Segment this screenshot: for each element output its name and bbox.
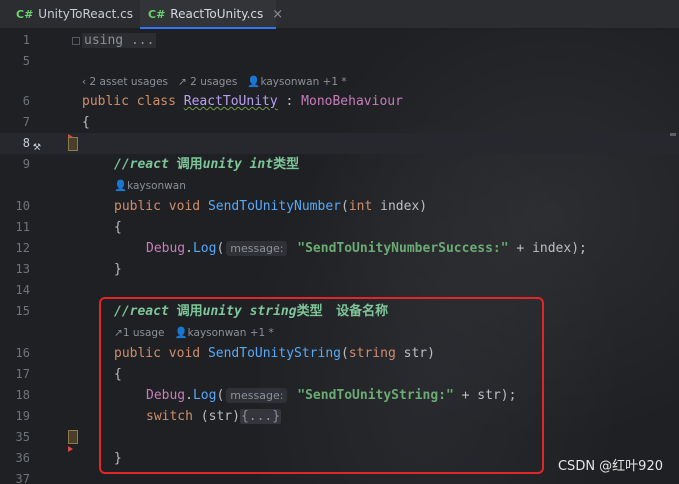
- code-line[interactable]: 7 {: [0, 112, 679, 133]
- line-number: 8: [22, 136, 30, 150]
- highlight-annotation-box: [99, 297, 544, 474]
- line-number: 19: [15, 409, 30, 423]
- code-text: public void SendToUnityNumber(int index): [114, 199, 428, 214]
- code-line[interactable]: 5: [0, 51, 679, 72]
- fold-icon[interactable]: [72, 37, 80, 45]
- tab-label: ReactToUnity.cs: [170, 7, 264, 21]
- line-number: 11: [15, 220, 30, 234]
- line-number: 5: [22, 54, 30, 68]
- line-number: 35: [15, 430, 30, 444]
- tab-unitytoreact[interactable]: C# UnityToReact.cs ×: [0, 0, 153, 28]
- code-line[interactable]: 9 //react 调用unity int类型: [0, 154, 679, 175]
- implementation-marker-icon[interactable]: [68, 446, 73, 452]
- line-number: 12: [15, 241, 30, 255]
- line-number: 36: [15, 451, 30, 465]
- code-text: {: [114, 220, 122, 235]
- line-number: 16: [15, 346, 30, 360]
- line-number: 14: [15, 283, 30, 297]
- hint-text[interactable]: 👤kaysonwan: [114, 177, 186, 195]
- close-icon[interactable]: ×: [272, 7, 283, 22]
- scrollbar-marker[interactable]: [670, 133, 676, 136]
- code-vision-hint: ‹ 2 asset usages ↗ 2 usages 👤kaysonwan +…: [0, 73, 679, 91]
- change-marker: [68, 137, 78, 151]
- line-number: 13: [15, 262, 30, 276]
- code-line[interactable]: 12 Debug.Log(message: "SendToUnityNumber…: [0, 238, 679, 259]
- hint-text[interactable]: ‹ 2 asset usages ↗ 2 usages 👤kaysonwan +…: [82, 73, 347, 91]
- csharp-file-icon: C#: [148, 7, 166, 21]
- line-number: 18: [15, 388, 30, 402]
- code-line[interactable]: 13 }: [0, 259, 679, 280]
- person-icon: 👤: [114, 180, 128, 192]
- tab-label: UnityToReact.cs: [38, 7, 133, 21]
- folded-using[interactable]: using ...: [82, 33, 157, 48]
- line-number: 17: [15, 367, 30, 381]
- tab-reacttounity[interactable]: C# ReactToUnity.cs ×: [140, 0, 283, 29]
- line-number: 1: [22, 33, 30, 47]
- person-icon: 👤: [247, 76, 261, 88]
- code-editor[interactable]: 1 using ... 5 ‹ 2 asset usages ↗ 2 usage…: [0, 29, 679, 484]
- code-text: public class ReactToUnity : MonoBehaviou…: [82, 94, 403, 109]
- code-comment: //react 调用unity int类型: [114, 157, 300, 172]
- parameter-hint: message:: [226, 241, 288, 256]
- line-number: 37: [15, 472, 30, 484]
- usages-icon: ↗: [178, 76, 187, 88]
- code-line[interactable]: 6 public class ReactToUnity : MonoBehavi…: [0, 91, 679, 112]
- csdn-watermark: CSDN @红叶920: [557, 459, 663, 474]
- line-number: 10: [15, 199, 30, 213]
- csharp-file-icon: C#: [16, 7, 34, 21]
- line-number: 6: [22, 94, 30, 108]
- code-text: using ...: [82, 30, 157, 51]
- code-line-current[interactable]: 8 ⚒: [0, 133, 679, 154]
- line-number: 15: [15, 304, 30, 318]
- code-text: Debug.Log(message: "SendToUnityNumberSuc…: [146, 241, 587, 256]
- line-number: 9: [22, 157, 30, 171]
- code-line[interactable]: 1 using ...: [0, 30, 679, 51]
- code-line[interactable]: 10 public void SendToUnityNumber(int ind…: [0, 196, 679, 217]
- change-marker: [68, 430, 78, 444]
- line-number: 7: [22, 115, 30, 129]
- code-text: }: [114, 262, 122, 277]
- code-vision-hint: 👤kaysonwan: [0, 177, 679, 195]
- editor-tab-bar: C# UnityToReact.cs × C# ReactToUnity.cs …: [0, 0, 679, 29]
- code-text: {: [82, 115, 90, 130]
- code-line[interactable]: 11 {: [0, 217, 679, 238]
